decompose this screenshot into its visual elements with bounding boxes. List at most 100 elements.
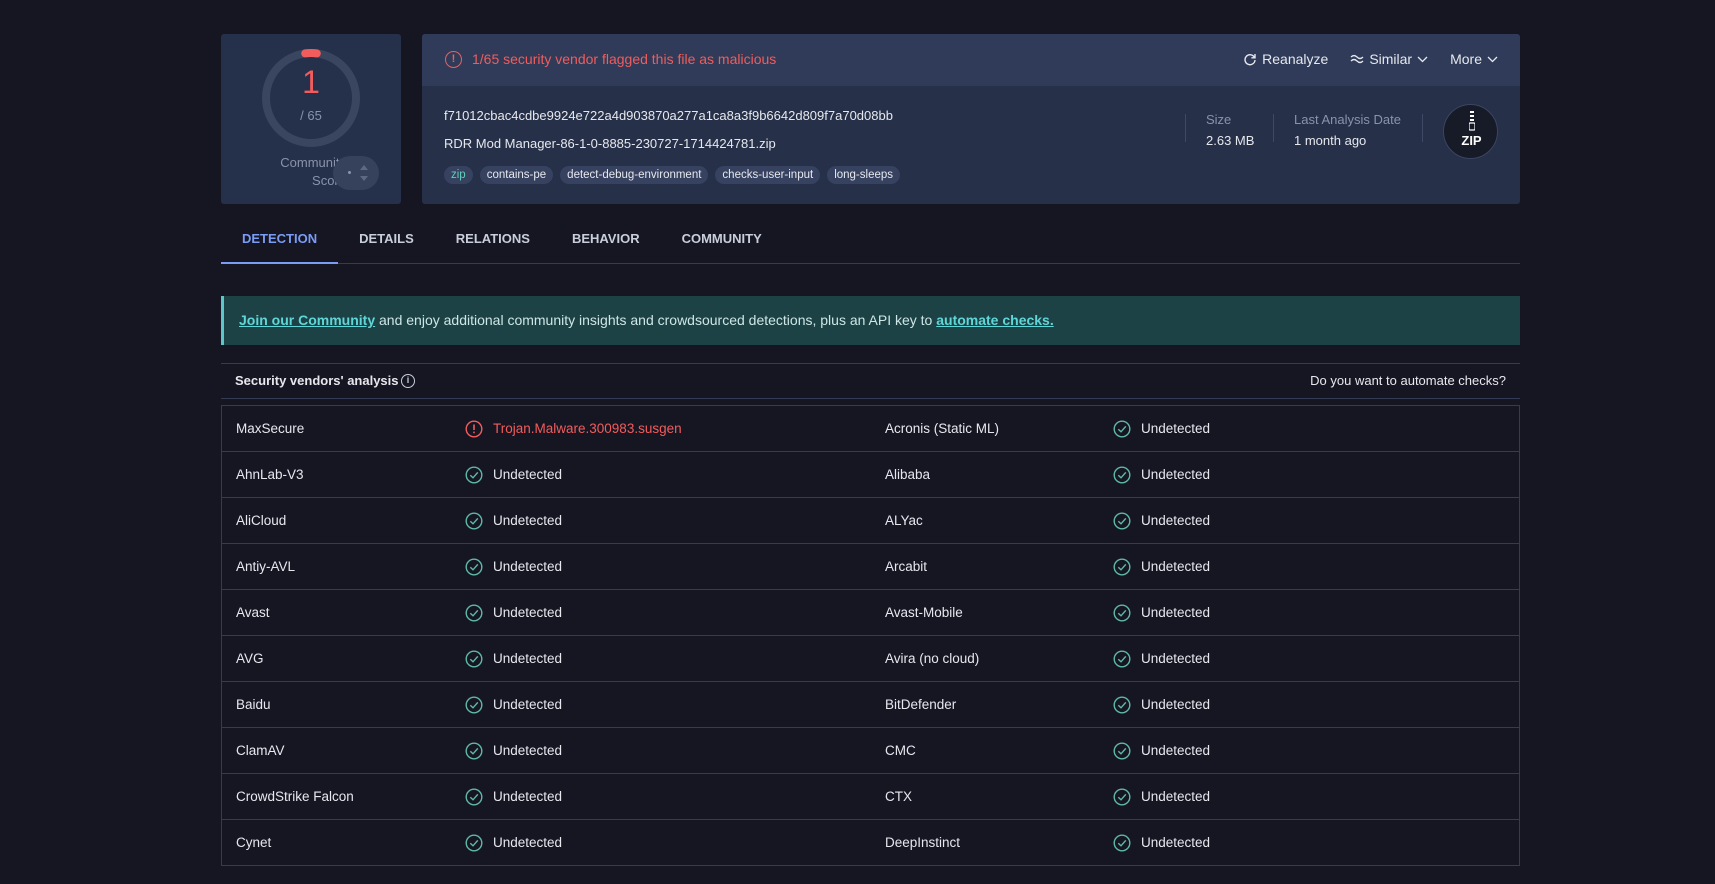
tag-zip[interactable]: zip: [444, 166, 473, 184]
tag-checks-user-input[interactable]: checks-user-input: [715, 166, 821, 184]
tag-detect-debug-environment[interactable]: detect-debug-environment: [560, 166, 709, 184]
table-row: AhnLab-V3 Undetected Alibaba Undetected: [222, 452, 1519, 498]
tab-detection[interactable]: DETECTION: [221, 220, 339, 264]
table-row: ClamAV Undetected CMC Undetected: [222, 728, 1519, 774]
table-row: Baidu Undetected BitDefender Undetected: [222, 682, 1519, 728]
table-row: AVG Undetected Avira (no cloud) Undetected: [222, 636, 1519, 682]
tab-community[interactable]: COMMUNITY: [661, 220, 783, 264]
join-community-link[interactable]: Join our Community: [239, 312, 375, 328]
vendor-name: BitDefender: [885, 697, 957, 712]
reanalyze-button[interactable]: Reanalyze: [1243, 51, 1328, 67]
report-tabs: DETECTION DETAILS RELATIONS BEHAVIOR COM…: [221, 220, 1520, 264]
vendor-name: Cynet: [236, 835, 272, 850]
result-label: Undetected: [1141, 559, 1211, 574]
vendor-result: Undetected: [465, 636, 562, 682]
check-circle-icon: [1113, 696, 1131, 714]
result-label: Undetected: [1141, 421, 1211, 436]
tab-relations[interactable]: RELATIONS: [435, 220, 551, 264]
vendor-result: Undetected: [1113, 636, 1210, 682]
vendor-name: AliCloud: [236, 513, 287, 528]
vendor-name: Antiy-AVL: [236, 559, 296, 574]
vote-value-dot: [348, 171, 351, 174]
check-circle-icon: [465, 742, 483, 760]
result-label: Undetected: [1141, 789, 1211, 804]
divider: [1185, 114, 1186, 142]
automate-checks-link[interactable]: automate checks.: [936, 312, 1054, 328]
vendor-name: CMC: [885, 743, 916, 758]
vendor-result: Undetected: [465, 682, 562, 728]
result-label: Undetected: [493, 789, 563, 804]
file-hash[interactable]: f71012cbac4cdbe9924e722a4d903870a277a1ca…: [444, 108, 893, 123]
automate-checks-prompt[interactable]: Do you want to automate checks?: [1310, 373, 1506, 388]
vendor-result: Undetected: [1113, 682, 1210, 728]
table-row: Antiy-AVL Undetected Arcabit Undetected: [222, 544, 1519, 590]
vendor-name: Baidu: [236, 697, 271, 712]
chevron-down-icon: [1417, 56, 1428, 62]
vendor-name: Avira (no cloud): [885, 651, 980, 666]
result-label: Undetected: [1141, 605, 1211, 620]
size-label: Size: [1206, 112, 1232, 127]
chevron-down-icon: [1487, 56, 1498, 62]
check-circle-icon: [1113, 650, 1131, 668]
check-circle-icon: [1113, 558, 1131, 576]
check-circle-icon: [1113, 742, 1131, 760]
community-score-label: Community Score: [241, 154, 346, 190]
check-circle-icon: [1113, 834, 1131, 852]
file-info-card: ! 1/65 security vendor flagged this file…: [422, 34, 1520, 204]
vendor-result: Undetected: [465, 452, 562, 498]
result-label: Undetected: [493, 559, 563, 574]
tab-details[interactable]: DETAILS: [338, 220, 435, 264]
vendor-result: Undetected: [465, 774, 562, 820]
file-type-badge: ZIP: [1443, 104, 1498, 159]
detection-total: / 65: [300, 108, 322, 123]
result-label: Undetected: [1141, 513, 1211, 528]
vendor-result: Undetected: [465, 728, 562, 774]
vendor-name: Avast: [236, 605, 270, 620]
tag-contains-pe[interactable]: contains-pe: [479, 166, 554, 184]
result-label: Undetected: [493, 513, 563, 528]
check-circle-icon: [465, 558, 483, 576]
info-icon[interactable]: i: [401, 374, 415, 388]
check-circle-icon: [1113, 604, 1131, 622]
check-circle-icon: [1113, 420, 1131, 438]
vendor-result: Undetected: [1113, 544, 1210, 590]
more-dropdown[interactable]: More: [1450, 51, 1498, 67]
malicious-alert-bar: ! 1/65 security vendor flagged this file…: [422, 34, 1520, 86]
similar-dropdown[interactable]: Similar: [1350, 51, 1428, 67]
check-circle-icon: [465, 650, 483, 668]
zipper-icon: [1469, 111, 1475, 131]
vendor-name: ClamAV: [236, 743, 285, 758]
check-circle-icon: [465, 466, 483, 484]
vendor-result: Undetected: [465, 590, 562, 636]
vendor-name: CTX: [885, 789, 912, 804]
vendor-result: Undetected: [1113, 820, 1210, 866]
file-tags: zip contains-pe detect-debug-environment…: [444, 166, 901, 184]
vendor-name: ALYac: [885, 513, 923, 528]
vendor-result: Undetected: [1113, 728, 1210, 774]
result-label: Undetected: [1141, 651, 1211, 666]
result-label: Undetected: [1141, 743, 1211, 758]
downvote-icon[interactable]: [360, 176, 368, 181]
tab-behavior[interactable]: BEHAVIOR: [551, 220, 661, 264]
tag-long-sleeps[interactable]: long-sleeps: [827, 166, 901, 184]
vendor-result: Undetected: [1113, 406, 1210, 452]
vendor-result: Undetected: [465, 544, 562, 590]
file-name: RDR Mod Manager-86-1-0-8885-230727-17144…: [444, 136, 776, 151]
upvote-icon[interactable]: [360, 165, 368, 170]
vendor-result: Undetected: [1113, 774, 1210, 820]
result-label: Undetected: [493, 743, 563, 758]
vendor-name: DeepInstinct: [885, 835, 961, 850]
vendor-name: Acronis (Static ML): [885, 421, 1000, 436]
detection-count: 1: [302, 64, 320, 100]
refresh-icon: [1244, 54, 1256, 66]
reanalyze-label: Reanalyze: [1262, 51, 1329, 67]
file-type-label: ZIP: [1461, 133, 1482, 148]
detection-score-card: 1 / 65 Community Score: [221, 34, 401, 204]
similar-label: Similar: [1369, 51, 1413, 67]
last-analysis-value: 1 month ago: [1294, 133, 1367, 148]
check-circle-icon: [465, 512, 483, 530]
community-vote-control[interactable]: [333, 156, 379, 190]
divider: [1422, 114, 1423, 142]
vendor-result: Undetected: [1113, 498, 1210, 544]
table-row: CrowdStrike Falcon Undetected CTX Undetecte…: [222, 774, 1519, 820]
